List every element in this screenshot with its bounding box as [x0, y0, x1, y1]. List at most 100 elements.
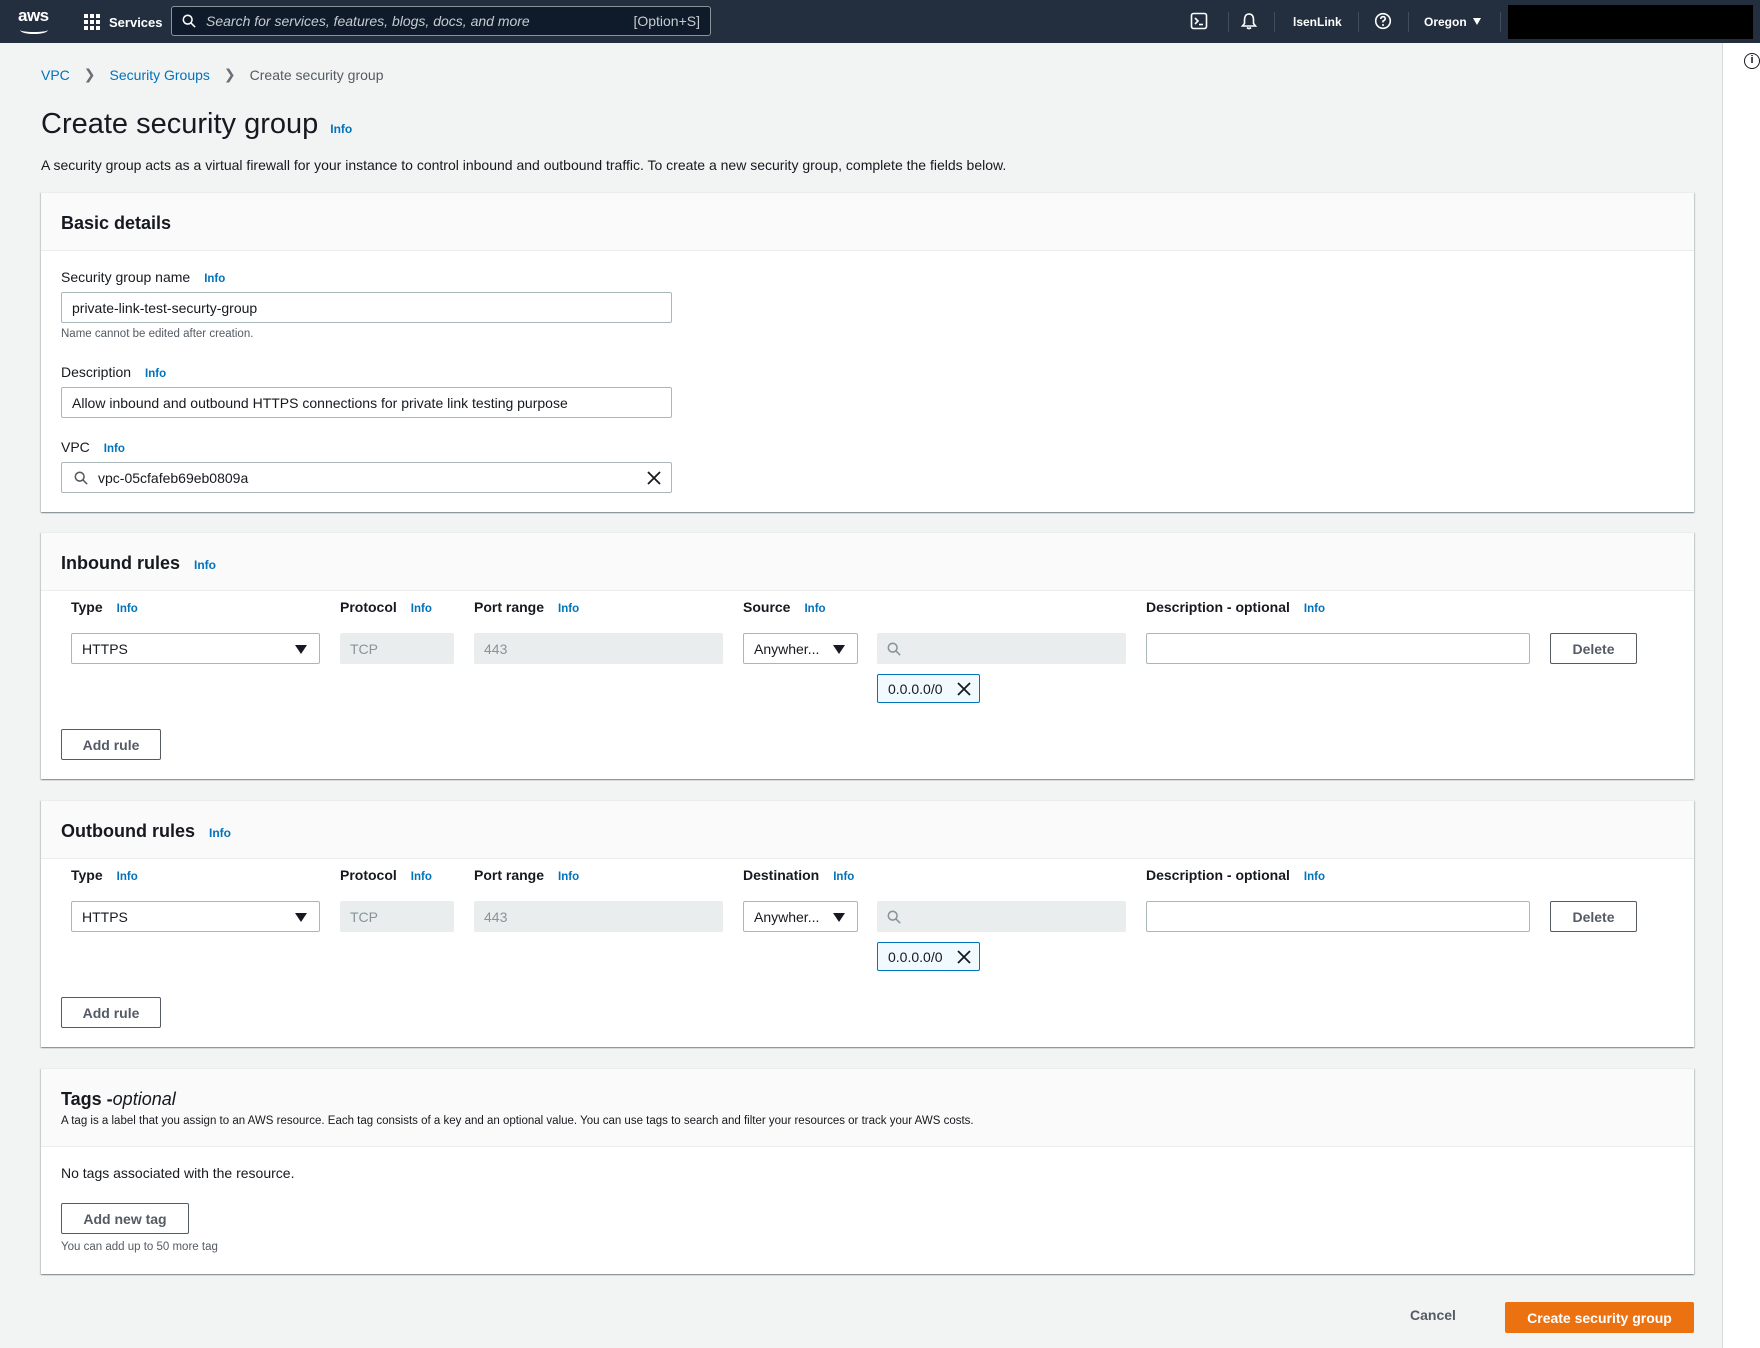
description-label: Description Info	[61, 364, 167, 380]
nav-divider	[1228, 12, 1229, 32]
inbound-description-header: Description - optional Info	[1146, 599, 1325, 615]
outbound-port-range-header: Port range Info	[474, 867, 580, 883]
inbound-cidr-search-input[interactable]	[877, 633, 1126, 664]
aws-logo[interactable]: aws	[18, 6, 52, 36]
inbound-type-header: Type Info	[71, 599, 138, 615]
tags-panel: Tags - optional A tag is a label that yo…	[41, 1068, 1694, 1274]
security-group-name-input[interactable]: private-link-test-securty-group	[61, 292, 672, 323]
name-hint: Name cannot be edited after creation.	[61, 328, 254, 340]
inbound-type-value: HTTPS	[82, 640, 128, 657]
outbound-description-info-link[interactable]: Info	[1304, 871, 1325, 883]
outbound-protocol-header: Protocol Info	[340, 867, 432, 883]
security-group-name-label: Security group name Info	[61, 269, 226, 285]
inbound-add-rule-button[interactable]: Add rule	[61, 729, 161, 760]
inbound-source-select[interactable]: Anywher...	[743, 633, 858, 664]
inbound-port-info-link[interactable]: Info	[558, 603, 579, 615]
outbound-delete-button[interactable]: Delete	[1550, 901, 1637, 932]
cloudshell-icon[interactable]	[1190, 12, 1208, 30]
region-label: Oregon	[1424, 14, 1467, 29]
outbound-destination-info-link[interactable]: Info	[833, 871, 854, 883]
nav-divider	[1358, 12, 1359, 32]
inbound-protocol-info-link[interactable]: Info	[411, 603, 432, 615]
basic-details-panel: Basic details Security group name Info p…	[41, 192, 1694, 512]
chevron-right-icon: ❯	[223, 66, 236, 82]
outbound-type-select[interactable]: HTTPS	[71, 901, 320, 932]
services-label: Services	[109, 14, 163, 30]
region-selector[interactable]: Oregon	[1424, 0, 1481, 43]
outbound-add-rule-button[interactable]: Add rule	[61, 997, 161, 1028]
outbound-description-input[interactable]	[1146, 901, 1530, 932]
outbound-port-range-field: 443	[474, 901, 723, 932]
inbound-rules-panel: Inbound rules Info Type Info Protocol In…	[41, 532, 1694, 779]
grid-icon	[84, 14, 100, 30]
inbound-type-select[interactable]: HTTPS	[71, 633, 320, 664]
breadcrumb-security-groups[interactable]: Security Groups	[110, 67, 210, 83]
inbound-source-header: Source Info	[743, 599, 826, 615]
help-panel-rail	[1722, 43, 1760, 1348]
inbound-protocol-field: TCP	[340, 633, 454, 664]
inbound-type-info-link[interactable]: Info	[117, 603, 138, 615]
inbound-port-range-header: Port range Info	[474, 599, 580, 615]
search-placeholder: Search for services, features, blogs, do…	[206, 13, 530, 29]
vpc-info-link[interactable]: Info	[104, 443, 125, 455]
tags-heading: Tags - optional	[61, 1089, 176, 1109]
tags-empty-text: No tags associated with the resource.	[61, 1165, 295, 1181]
name-info-link[interactable]: Info	[204, 273, 225, 285]
outbound-destination-header: Destination Info	[743, 867, 855, 883]
services-menu-button[interactable]: Services	[84, 11, 163, 33]
page-description: A security group acts as a virtual firew…	[41, 157, 1007, 173]
account-label: lsenLink	[1293, 14, 1342, 29]
info-panel-icon[interactable]: i	[1744, 53, 1760, 69]
breadcrumb-vpc[interactable]: VPC	[41, 67, 70, 83]
outbound-type-header: Type Info	[71, 867, 138, 883]
clear-icon[interactable]	[647, 470, 661, 485]
outbound-protocol-info-link[interactable]: Info	[411, 871, 432, 883]
remove-token-icon[interactable]	[957, 682, 971, 696]
outbound-type-info-link[interactable]: Info	[117, 871, 138, 883]
add-new-tag-button[interactable]: Add new tag	[61, 1203, 189, 1234]
inbound-delete-button[interactable]: Delete	[1550, 633, 1637, 664]
page-title-text: Create security group	[41, 108, 319, 140]
outbound-destination-select[interactable]: Anywher...	[743, 901, 858, 932]
search-icon	[887, 642, 901, 656]
outbound-cidr-value: 0.0.0.0/0	[888, 948, 943, 965]
inbound-description-info-link[interactable]: Info	[1304, 603, 1325, 615]
security-group-name-value: private-link-test-securty-group	[72, 299, 258, 316]
cancel-button[interactable]: Cancel	[1410, 1307, 1456, 1323]
outbound-rules-panel: Outbound rules Info Type Info Protocol I…	[41, 800, 1694, 1047]
page-info-link[interactable]: Info	[330, 122, 352, 136]
vpc-label: VPC Info	[61, 439, 125, 455]
outbound-destination-value: Anywher...	[754, 908, 820, 925]
inbound-port-range-field: 443	[474, 633, 723, 664]
inbound-info-link[interactable]: Info	[194, 558, 216, 572]
inbound-description-input[interactable]	[1146, 633, 1530, 664]
outbound-description-header: Description - optional Info	[1146, 867, 1325, 883]
tags-header: Tags - optional A tag is a label that yo…	[41, 1069, 1694, 1147]
outbound-cidr-search-input[interactable]	[877, 901, 1126, 932]
basic-details-heading: Basic details	[61, 213, 172, 233]
top-navigation: aws Services Search for services, featur…	[0, 0, 1760, 43]
caret-down-icon	[833, 913, 845, 922]
outbound-protocol-field: TCP	[340, 901, 454, 932]
global-search-input[interactable]: Search for services, features, blogs, do…	[171, 6, 711, 36]
vpc-value: vpc-05cfafeb69eb0809a	[98, 469, 249, 486]
account-menu-button[interactable]: lsenLink	[1293, 0, 1342, 43]
outbound-port-info-link[interactable]: Info	[558, 871, 579, 883]
nav-divider	[1408, 12, 1409, 32]
inbound-cidr-value: 0.0.0.0/0	[888, 680, 943, 697]
help-icon[interactable]	[1374, 12, 1392, 30]
aws-logo-text: aws	[18, 6, 49, 25]
remove-token-icon[interactable]	[957, 950, 971, 964]
caret-down-icon	[295, 913, 307, 922]
redacted-account-area	[1508, 5, 1753, 39]
outbound-type-value: HTTPS	[82, 908, 128, 925]
description-info-link[interactable]: Info	[145, 368, 166, 380]
bell-icon[interactable]	[1240, 12, 1258, 30]
create-security-group-button[interactable]: Create security group	[1505, 1302, 1694, 1333]
inbound-source-info-link[interactable]: Info	[804, 603, 825, 615]
description-input[interactable]: Allow inbound and outbound HTTPS connect…	[61, 387, 672, 418]
vpc-autosuggest-input[interactable]: vpc-05cfafeb69eb0809a	[61, 462, 672, 493]
outbound-info-link[interactable]: Info	[209, 826, 231, 840]
inbound-rules-heading: Inbound rules Info	[61, 553, 216, 573]
breadcrumb-current: Create security group	[249, 66, 384, 83]
